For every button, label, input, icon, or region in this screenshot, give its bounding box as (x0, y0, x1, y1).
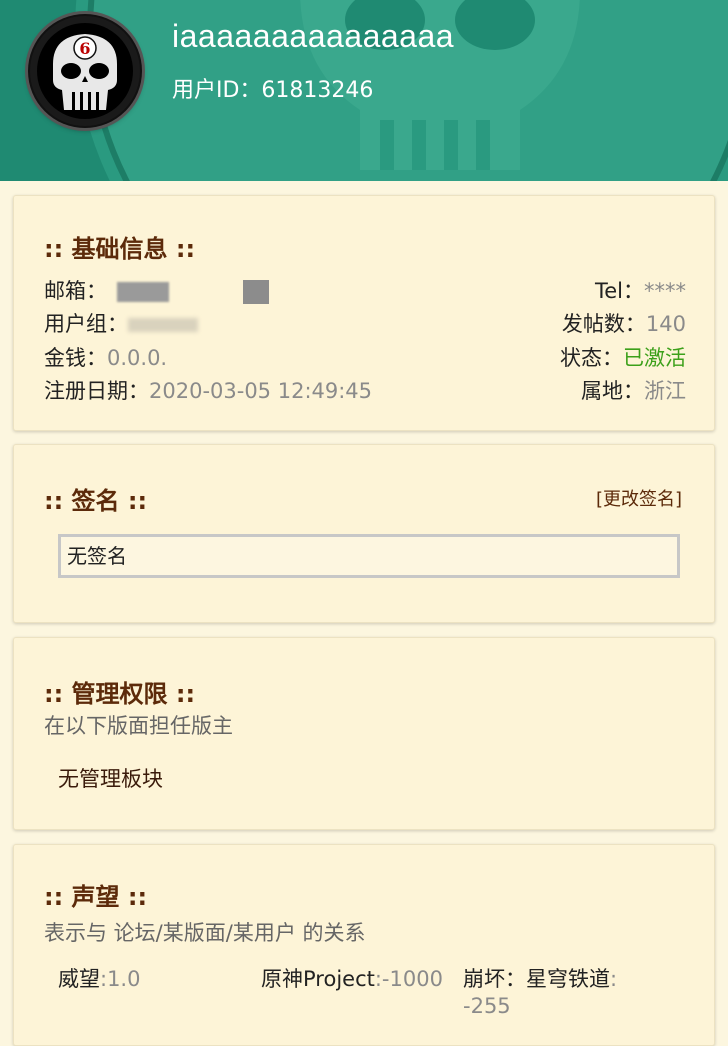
reputation-card: :: 声望 :: 表示与 论坛/某版面/某用户 的关系 威望:1.0 原神Pro… (13, 844, 715, 1046)
reputation-item-label: 原神Project (261, 967, 375, 991)
user-id: 用户ID：61813246 (172, 78, 374, 103)
posts-row: 发帖数：140 (562, 308, 686, 338)
reputation-item-value: :-1000 (374, 967, 443, 991)
punisher-skull-icon: 6 (30, 16, 140, 126)
status-row: 状态：已激活 (560, 342, 686, 372)
basic-info-card: :: 基础信息 :: 邮箱： Tel：**** 用户组： 发帖数：140 金钱：… (13, 195, 715, 431)
reputation-description: 表示与 论坛/某版面/某用户 的关系 (44, 921, 366, 945)
edit-signature-link[interactable]: [更改签名] (596, 485, 682, 511)
posts-label: 发帖数： (561, 312, 646, 336)
reputation-item: 威望:1.0 (58, 963, 140, 993)
admin-description: 在以下版面担任版主 (44, 714, 233, 738)
reputation-item-continued: -255 (463, 994, 511, 1018)
signature-card: :: 签名 :: [更改签名] 无签名 (13, 444, 715, 623)
email-redacted-2 (243, 280, 269, 304)
avatar[interactable]: 6 (28, 14, 142, 128)
money-row: 金钱：0.0.0. (44, 342, 167, 372)
status-label: 状态： (560, 346, 623, 370)
location-label: 属地： (581, 379, 644, 403)
location-value: 浙江 (644, 379, 686, 403)
admin-title: :: 管理权限 :: (44, 680, 196, 708)
admin-boards-value: 无管理板块 (58, 767, 163, 791)
profile-header: 6 iaaaaaaaaaaaaaaa 用户ID：61813246 (0, 0, 728, 181)
posts-value: 140 (645, 312, 686, 336)
regdate-row: 注册日期：2020-03-05 12:49:45 (44, 375, 372, 405)
tel-label: Tel： (594, 279, 644, 303)
status-value: 已激活 (623, 346, 686, 370)
reputation-item-value: :1.0 (100, 967, 141, 991)
username: iaaaaaaaaaaaaaaa (172, 18, 455, 54)
reputation-item: 崩坏：星穹铁道: (463, 963, 617, 993)
tel-value: **** (644, 279, 686, 303)
reputation-item: 原神Project:-1000 (261, 963, 443, 993)
reputation-title: :: 声望 :: (44, 883, 148, 911)
signature-title: :: 签名 :: (44, 487, 148, 515)
money-label: 金钱： (44, 346, 107, 370)
signature-textbox[interactable]: 无签名 (58, 534, 680, 578)
location-row: 属地：浙江 (581, 375, 686, 405)
usergroup-label: 用户组： (44, 312, 128, 336)
tel-row: Tel：**** (595, 275, 686, 305)
email-label: 邮箱： (44, 279, 107, 303)
admin-permissions-card: :: 管理权限 :: 在以下版面担任版主 无管理板块 (13, 637, 715, 830)
email-row: 邮箱： (44, 275, 269, 305)
reputation-item-label: 崩坏：星穹铁道 (463, 967, 610, 991)
regdate-label: 注册日期： (44, 379, 149, 403)
reputation-item-label: 威望 (58, 967, 100, 991)
avatar-badge-number: 6 (79, 39, 90, 58)
reputation-item-value: -255 (463, 994, 511, 1018)
email-redacted (117, 282, 169, 302)
usergroup-row: 用户组： (44, 308, 198, 338)
reputation-item-value: : (610, 967, 618, 991)
basic-info-title: :: 基础信息 :: (44, 235, 196, 263)
money-value: 0.0.0. (107, 346, 168, 370)
regdate-value: 2020-03-05 12:49:45 (149, 379, 373, 403)
usergroup-redacted (128, 318, 198, 332)
